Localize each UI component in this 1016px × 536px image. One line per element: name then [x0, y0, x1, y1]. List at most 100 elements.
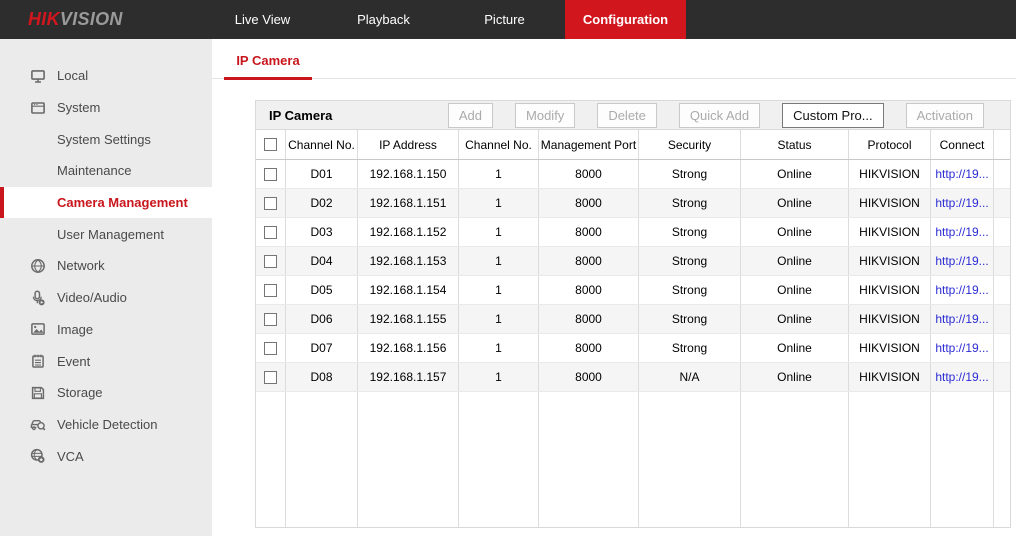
cell-camera-channel: 1: [459, 160, 539, 188]
column-header-connect: Connect: [931, 130, 994, 159]
sidebar-item-system[interactable]: System: [0, 92, 212, 124]
toolbar-buttons: Add Modify Delete Quick Add Custom Pro... Act…: [426, 103, 984, 128]
sidebar-item-label: System Settings: [57, 132, 151, 147]
delete-button[interactable]: Delete: [597, 103, 657, 128]
cell-channel-no: D01: [286, 160, 358, 188]
cell-status: Online: [741, 334, 849, 362]
column-header-channel-no: Channel No.: [459, 130, 539, 159]
sidebar-item-system-settings[interactable]: System Settings: [0, 123, 212, 155]
sidebar-item-user-management[interactable]: User Management: [0, 218, 212, 250]
table-row[interactable]: D04192.168.1.15318000StrongOnlineHIKVISI…: [256, 247, 1010, 276]
connect-link[interactable]: http://19...: [931, 247, 994, 275]
row-checkbox[interactable]: [264, 255, 277, 268]
cell-status: Online: [741, 218, 849, 246]
column-header-security: Security: [639, 130, 741, 159]
table-row[interactable]: D01192.168.1.15018000StrongOnlineHIKVISI…: [256, 160, 1010, 189]
empty-grid-cell: [931, 392, 994, 527]
cell-channel-no: D07: [286, 334, 358, 362]
hikvision-config-page: HIKVISION Live ViewPlaybackPictureConfig…: [0, 0, 1016, 536]
sidebar-item-event[interactable]: Event: [0, 345, 212, 377]
connect-link[interactable]: http://19...: [931, 276, 994, 304]
nav-item-live-view[interactable]: Live View: [202, 0, 323, 39]
sidebar-item-camera-management[interactable]: Camera Management: [0, 187, 212, 219]
row-cell-empty: [994, 334, 1010, 362]
sidebar-item-label: Image: [57, 322, 93, 337]
add-button[interactable]: Add: [448, 103, 493, 128]
tab-ip-camera[interactable]: IP Camera: [224, 53, 312, 80]
column-header-protocol: Protocol: [849, 130, 931, 159]
row-checkbox[interactable]: [264, 313, 277, 326]
row-checkbox[interactable]: [264, 226, 277, 239]
cell-channel-no: D06: [286, 305, 358, 333]
cell-protocol: HIKVISION: [849, 305, 931, 333]
activation-button[interactable]: Activation: [906, 103, 984, 128]
image-icon: [30, 321, 46, 337]
sidebar-item-vehicle-detection[interactable]: Vehicle Detection: [0, 409, 212, 441]
cell-protocol: HIKVISION: [849, 189, 931, 217]
table-row[interactable]: D07192.168.1.15618000StrongOnlineHIKVISI…: [256, 334, 1010, 363]
connect-link[interactable]: http://19...: [931, 334, 994, 362]
row-select-cell: [256, 363, 286, 391]
monitor-icon: [30, 68, 46, 84]
sidebar-item-label: Event: [57, 354, 90, 369]
panel-title: IP Camera: [269, 108, 332, 123]
header-cell-empty: [994, 130, 1010, 159]
row-select-cell: [256, 305, 286, 333]
table-row[interactable]: D05192.168.1.15418000StrongOnlineHIKVISI…: [256, 276, 1010, 305]
cell-channel-no: D08: [286, 363, 358, 391]
row-select-cell: [256, 189, 286, 217]
row-checkbox[interactable]: [264, 168, 277, 181]
sidebar-item-maintenance[interactable]: Maintenance: [0, 155, 212, 187]
sidebar-item-local[interactable]: Local: [0, 60, 212, 92]
sidebar-item-label: Vehicle Detection: [57, 417, 157, 432]
cell-security: Strong: [639, 276, 741, 304]
cell-camera-channel: 1: [459, 276, 539, 304]
nav-item-picture[interactable]: Picture: [444, 0, 565, 39]
table-row[interactable]: D06192.168.1.15518000StrongOnlineHIKVISI…: [256, 305, 1010, 334]
empty-grid-cell: [741, 392, 849, 527]
connect-link[interactable]: http://19...: [931, 218, 994, 246]
row-checkbox[interactable]: [264, 342, 277, 355]
content-area: IP Camera IP Camera Add Modify Delete Quick…: [212, 39, 1016, 536]
empty-grid-cell: [639, 392, 741, 527]
sidebar-item-video-audio[interactable]: Video/Audio: [0, 282, 212, 314]
sidebar-item-vca[interactable]: VCA: [0, 440, 212, 472]
cell-channel-no: D05: [286, 276, 358, 304]
cell-security: Strong: [639, 189, 741, 217]
table-row[interactable]: D08192.168.1.15718000N/AOnlineHIKVISIONh…: [256, 363, 1010, 392]
custom-pro-button[interactable]: Custom Pro...: [782, 103, 883, 128]
table-row[interactable]: D03192.168.1.15218000StrongOnlineHIKVISI…: [256, 218, 1010, 247]
connect-link[interactable]: http://19...: [931, 363, 994, 391]
row-checkbox[interactable]: [264, 371, 277, 384]
connect-link[interactable]: http://19...: [931, 189, 994, 217]
nav-item-configuration[interactable]: Configuration: [565, 0, 686, 39]
tab-bar: IP Camera: [212, 39, 1016, 79]
sidebar-item-storage[interactable]: Storage: [0, 377, 212, 409]
quick-add-button[interactable]: Quick Add: [679, 103, 760, 128]
empty-grid-cell: [358, 392, 459, 527]
row-select-cell: [256, 247, 286, 275]
cell-status: Online: [741, 160, 849, 188]
sidebar-item-label: Network: [57, 258, 105, 273]
row-cell-empty: [994, 189, 1010, 217]
nav-item-playback[interactable]: Playback: [323, 0, 444, 39]
empty-grid-cell: [539, 392, 639, 527]
row-cell-empty: [994, 247, 1010, 275]
cell-management-port: 8000: [539, 276, 639, 304]
sidebar-item-network[interactable]: Network: [0, 250, 212, 282]
connect-link[interactable]: http://19...: [931, 160, 994, 188]
modify-button[interactable]: Modify: [515, 103, 575, 128]
sidebar-item-image[interactable]: Image: [0, 314, 212, 346]
cell-channel-no: D02: [286, 189, 358, 217]
sidebar: LocalSystem System Settings MaintenanceCam…: [0, 39, 212, 536]
table-row[interactable]: D02192.168.1.15118000StrongOnlineHIKVISI…: [256, 189, 1010, 218]
row-checkbox[interactable]: [264, 284, 277, 297]
hikvision-logo: HIKVISION: [28, 0, 123, 39]
connect-link[interactable]: http://19...: [931, 305, 994, 333]
select-all-checkbox[interactable]: [264, 138, 277, 151]
row-cell-empty: [994, 218, 1010, 246]
cell-management-port: 8000: [539, 218, 639, 246]
video-audio-icon: [30, 290, 46, 306]
row-checkbox[interactable]: [264, 197, 277, 210]
cell-status: Online: [741, 363, 849, 391]
